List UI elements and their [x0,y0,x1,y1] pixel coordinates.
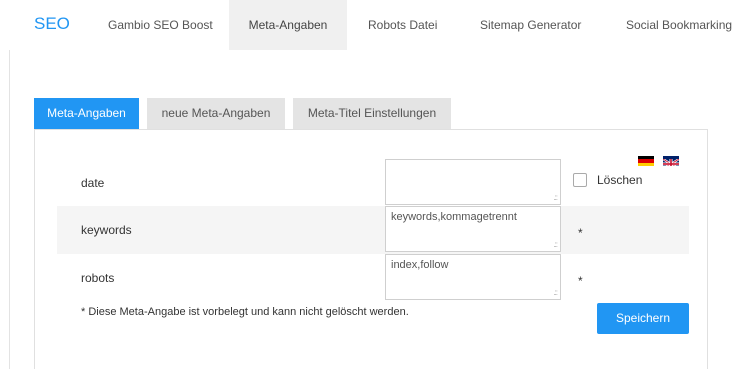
flag-germany-icon[interactable] [638,156,654,166]
subtab-neue-meta-angaben[interactable]: neue Meta-Angaben [147,98,285,129]
tab-sitemap-generator[interactable]: Sitemap Generator [464,0,597,50]
delete-checkbox[interactable] [573,173,587,187]
meta-value-text: keywords,kommagetrennt [391,211,517,223]
resize-grip-icon[interactable]: .:: [553,193,558,202]
brand-title: SEO [34,14,70,33]
subtab-meta-titel-einstellungen[interactable]: Meta-Titel Einstellungen [293,98,451,129]
flag-uk-icon[interactable] [663,156,679,166]
meta-value-textarea[interactable]: keywords,kommagetrennt .:: [385,206,561,252]
required-marker: * [578,226,583,240]
footnote: * Diese Meta-Angabe ist vorbelegt und ka… [81,306,409,318]
tab-social-bookmarking[interactable]: Social Bookmarking [610,0,736,50]
save-button[interactable]: Speichern [597,303,689,334]
resize-grip-icon[interactable]: .:: [553,240,558,249]
resize-grip-icon[interactable]: .:: [553,288,558,297]
tab-robots-datei[interactable]: Robots Datei [352,0,453,50]
meta-label: robots [81,271,115,285]
delete-label: Löschen [597,173,643,187]
left-divider [9,50,10,369]
meta-row-robots: robots index,follow .:: * [57,254,689,302]
meta-value-textarea[interactable]: index,follow .:: [385,254,561,300]
meta-row-date: date .:: [57,159,689,207]
meta-label: keywords [81,223,132,237]
meta-row-keywords: keywords keywords,kommagetrennt .:: * [57,206,689,254]
meta-value-text: index,follow [391,259,449,271]
meta-label: date [81,176,105,190]
meta-value-textarea[interactable]: .:: [385,159,561,205]
top-navigation: SEO Gambio SEO Boost Meta-Angaben Robots… [0,0,736,50]
subtab-meta-angaben[interactable]: Meta-Angaben [34,98,139,129]
tab-meta-angaben[interactable]: Meta-Angaben [229,0,347,50]
tab-gambio-seo-boost[interactable]: Gambio SEO Boost [92,0,229,50]
required-marker: * [578,274,583,288]
